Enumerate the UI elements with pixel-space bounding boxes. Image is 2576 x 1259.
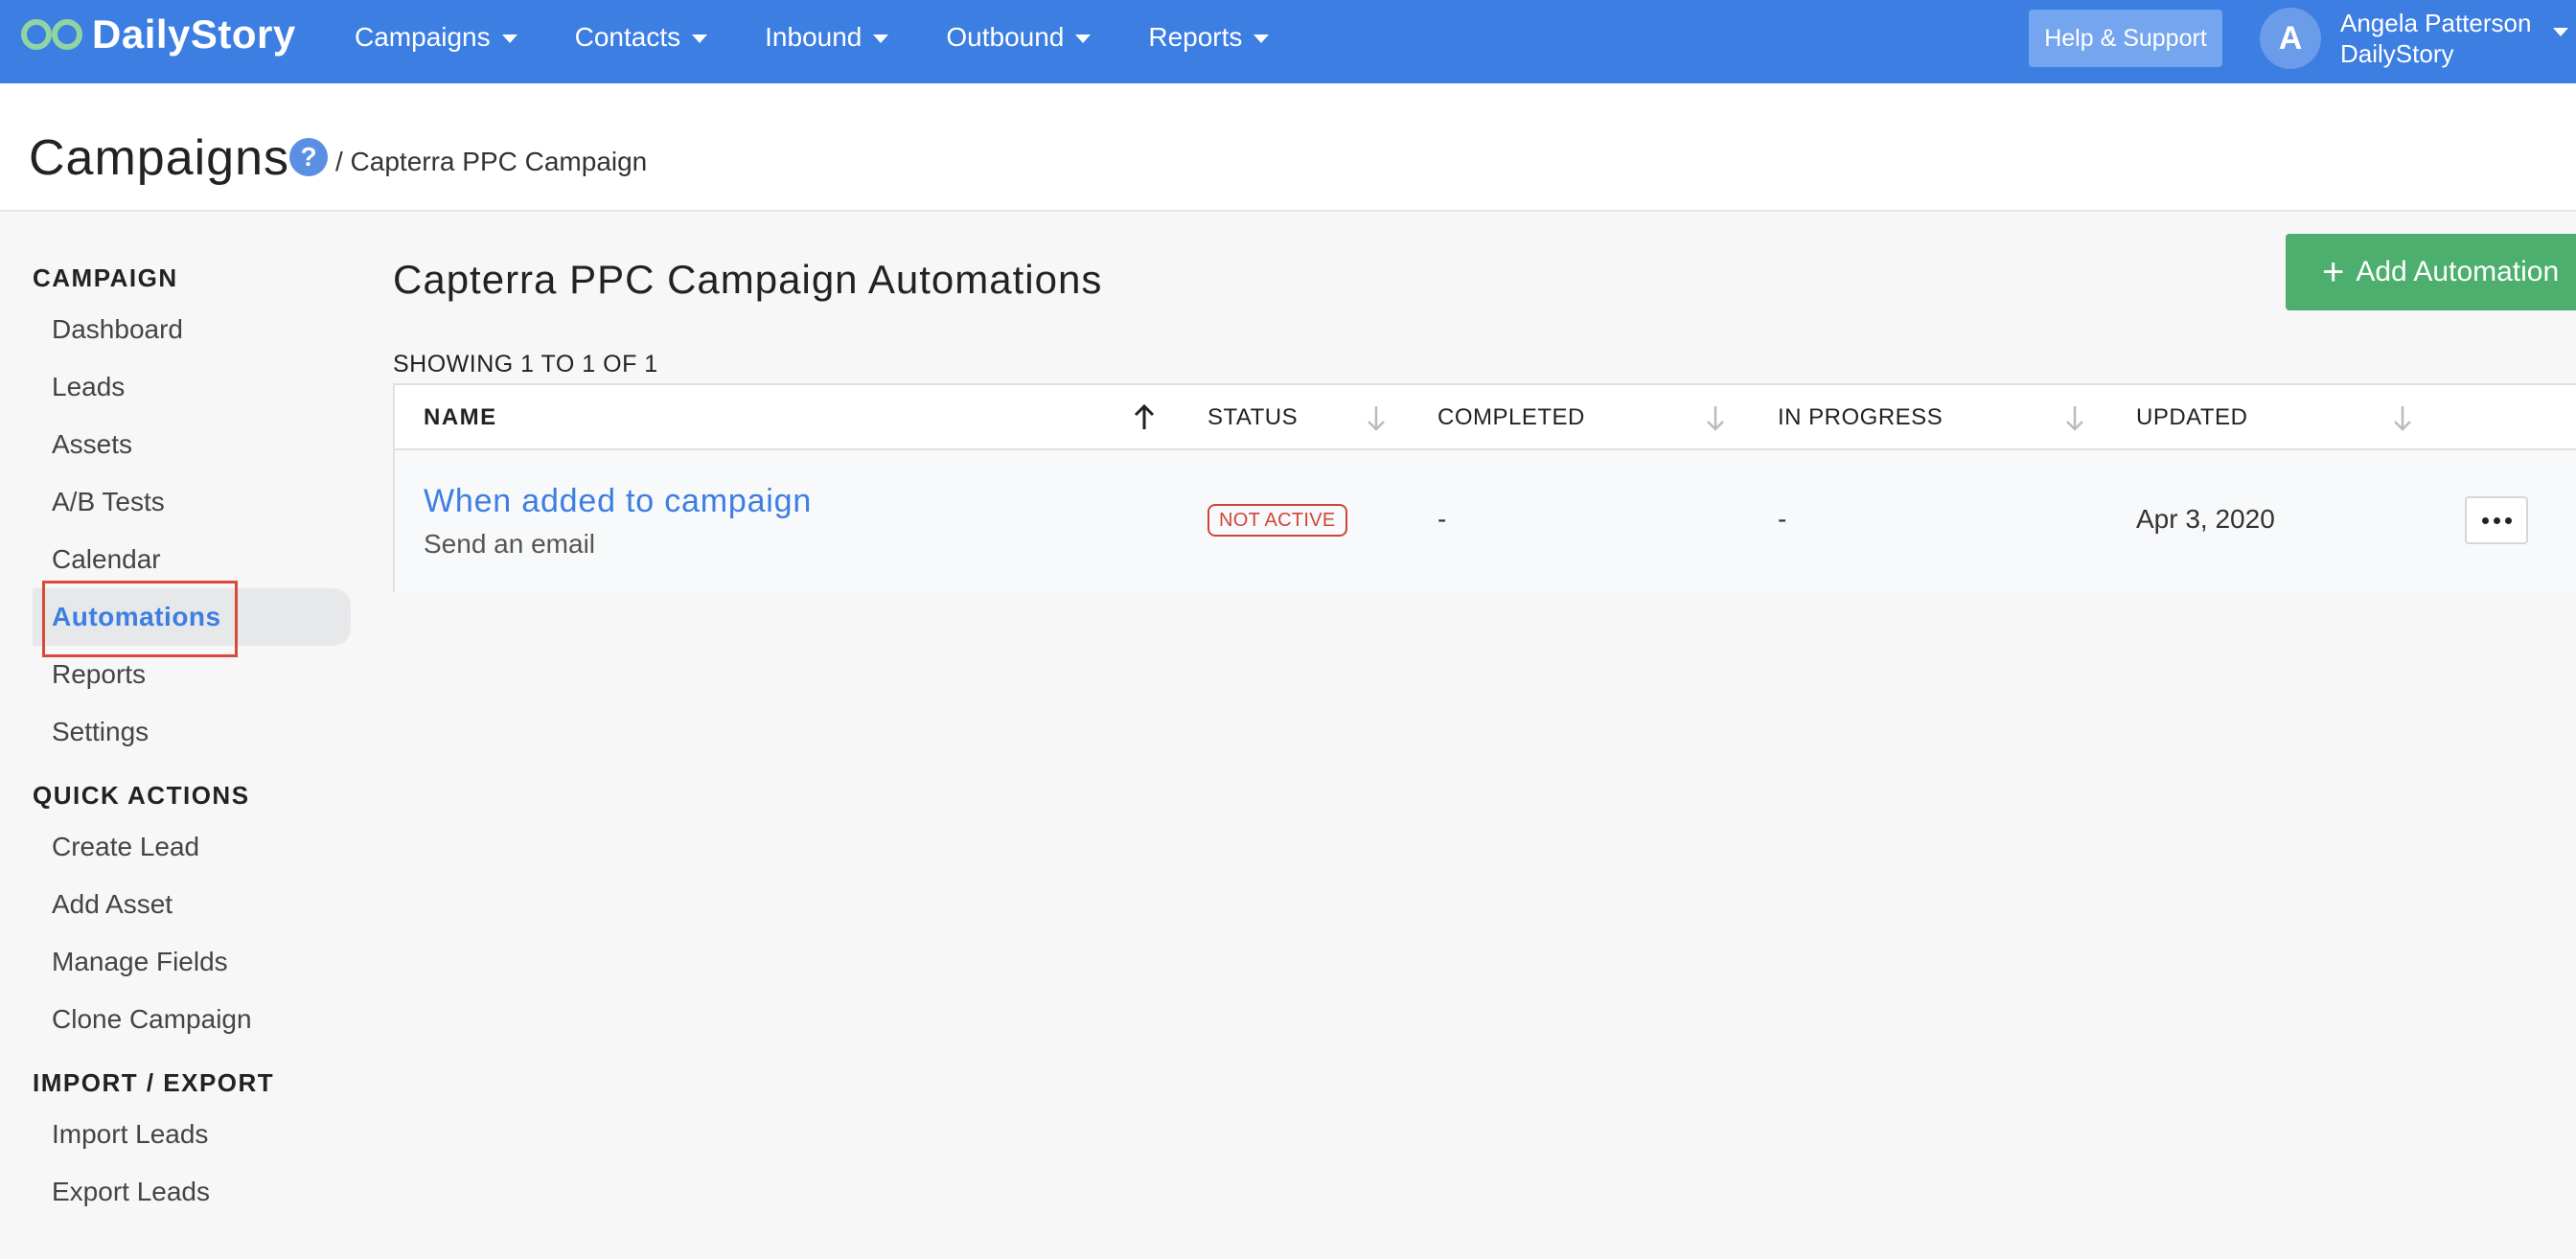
sort-descending-icon[interactable] bbox=[1365, 402, 1388, 433]
column-header-status[interactable]: STATUS bbox=[1208, 404, 1298, 431]
sidebar-item-manage-fields[interactable]: Manage Fields bbox=[52, 947, 228, 977]
page-header: Campaigns ? / Capterra PPC Campaign bbox=[0, 83, 2576, 212]
table-header: NAME STATUS COMPLETED IN PROGRESS UPDATE… bbox=[395, 385, 2576, 450]
automation-description: Send an email bbox=[424, 529, 596, 559]
caret-down-icon bbox=[873, 34, 889, 43]
sort-descending-icon[interactable] bbox=[2063, 402, 2086, 433]
sort-descending-icon[interactable] bbox=[1704, 402, 1727, 433]
nav-outbound[interactable]: Outbound bbox=[946, 22, 1092, 53]
sidebar-item-reports[interactable]: Reports bbox=[52, 659, 146, 690]
nav-campaigns[interactable]: Campaigns bbox=[355, 22, 518, 53]
status-badge: NOT ACTIVE bbox=[1208, 504, 1347, 537]
top-navbar: DailyStory Campaigns Contacts Inbound Ou… bbox=[0, 0, 2576, 83]
sort-ascending-icon[interactable] bbox=[1133, 402, 1156, 433]
sidebar-item-dashboard[interactable]: Dashboard bbox=[52, 314, 183, 345]
table-row: When added to campaign Send an email NOT… bbox=[395, 450, 2576, 592]
sidebar-item-clone-campaign[interactable]: Clone Campaign bbox=[52, 1004, 252, 1035]
user-name: Angela Patterson bbox=[2340, 9, 2532, 37]
page-title: Campaigns bbox=[29, 130, 290, 186]
nav-inbound-label: Inbound bbox=[765, 22, 862, 52]
sidebar-item-settings[interactable]: Settings bbox=[52, 717, 149, 747]
sidebar-item-import-leads[interactable]: Import Leads bbox=[52, 1119, 208, 1150]
sidebar-item-assets[interactable]: Assets bbox=[52, 429, 132, 460]
automation-name-link[interactable]: When added to campaign bbox=[424, 483, 812, 520]
brand-logo[interactable]: DailyStory bbox=[19, 11, 296, 57]
help-support-button[interactable]: Help & Support bbox=[2029, 10, 2222, 67]
add-automation-button[interactable]: + Add Automation bbox=[2286, 234, 2576, 310]
row-actions-button[interactable] bbox=[2465, 496, 2528, 544]
nav-reports[interactable]: Reports bbox=[1148, 22, 1270, 53]
user-menu-caret-icon[interactable] bbox=[2553, 28, 2568, 36]
avatar[interactable]: A bbox=[2260, 8, 2321, 69]
sidebar-heading-import-export: IMPORT / EXPORT bbox=[33, 1068, 275, 1097]
showing-count: SHOWING 1 TO 1 OF 1 bbox=[393, 351, 658, 378]
plus-icon: + bbox=[2322, 251, 2345, 293]
main-nav: Campaigns Contacts Inbound Outbound Repo… bbox=[355, 0, 1326, 75]
nav-reports-label: Reports bbox=[1148, 22, 1243, 52]
column-header-updated[interactable]: UPDATED bbox=[2136, 404, 2247, 431]
automations-title: Capterra PPC Campaign Automations bbox=[393, 257, 1103, 302]
caret-down-icon bbox=[501, 34, 518, 43]
user-menu[interactable]: Angela Patterson DailyStory bbox=[2340, 8, 2531, 69]
more-options-icon bbox=[2479, 516, 2514, 524]
sidebar-item-leads[interactable]: Leads bbox=[52, 372, 125, 402]
user-org: DailyStory bbox=[2340, 39, 2454, 68]
sidebar-heading-quick-actions: QUICK ACTIONS bbox=[33, 781, 250, 810]
column-header-completed[interactable]: COMPLETED bbox=[1438, 404, 1585, 431]
updated-value: Apr 3, 2020 bbox=[2136, 504, 2275, 534]
caret-down-icon bbox=[692, 34, 708, 43]
sidebar-item-calendar[interactable]: Calendar bbox=[52, 544, 161, 575]
nav-contacts[interactable]: Contacts bbox=[575, 22, 708, 53]
infinity-logo-icon bbox=[21, 19, 82, 50]
automations-table: NAME STATUS COMPLETED IN PROGRESS UPDATE… bbox=[393, 383, 2576, 592]
highlight-annotation bbox=[42, 581, 238, 657]
column-header-name[interactable]: NAME bbox=[424, 404, 497, 431]
nav-campaigns-label: Campaigns bbox=[355, 22, 491, 52]
sort-descending-icon[interactable] bbox=[2391, 402, 2414, 433]
add-automation-label: Add Automation bbox=[2356, 256, 2560, 287]
completed-value: - bbox=[1438, 504, 1447, 534]
sidebar-item-create-lead[interactable]: Create Lead bbox=[52, 832, 199, 862]
nav-inbound[interactable]: Inbound bbox=[765, 22, 889, 53]
nav-contacts-label: Contacts bbox=[574, 22, 681, 52]
caret-down-icon bbox=[1075, 34, 1092, 43]
nav-outbound-label: Outbound bbox=[946, 22, 1065, 52]
brand-name: DailyStory bbox=[92, 11, 296, 57]
sidebar-item-ab-tests[interactable]: A/B Tests bbox=[52, 487, 165, 517]
help-icon[interactable]: ? bbox=[289, 138, 328, 176]
sidebar-item-add-asset[interactable]: Add Asset bbox=[52, 889, 172, 920]
breadcrumb: / Capterra PPC Campaign bbox=[335, 147, 648, 176]
sidebar-item-export-leads[interactable]: Export Leads bbox=[52, 1177, 210, 1207]
column-header-in-progress[interactable]: IN PROGRESS bbox=[1778, 404, 1943, 431]
in-progress-value: - bbox=[1778, 504, 1787, 534]
caret-down-icon bbox=[1254, 34, 1270, 43]
sidebar-heading-campaign: CAMPAIGN bbox=[33, 263, 178, 292]
